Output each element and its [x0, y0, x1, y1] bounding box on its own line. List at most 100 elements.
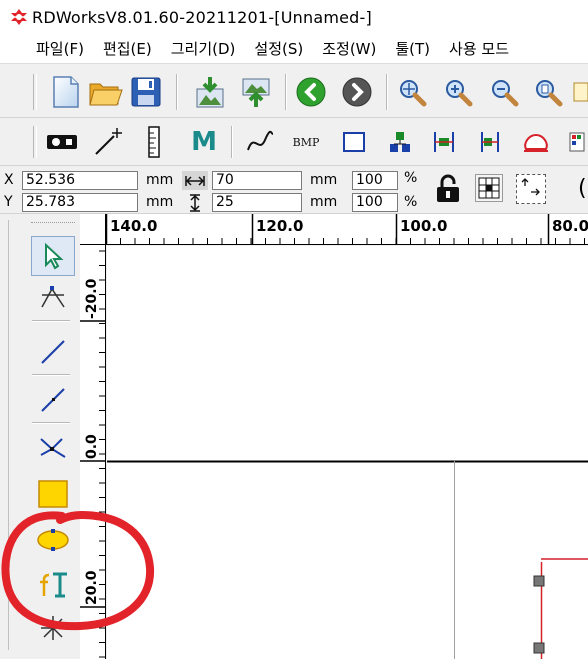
- draw-toolbar: M BMP: [0, 118, 588, 166]
- star-icon: [41, 616, 65, 640]
- line-tool[interactable]: [31, 332, 75, 372]
- ruler-label-80: 80.0: [552, 217, 588, 235]
- open-file-button[interactable]: [86, 72, 126, 112]
- menu-adjust[interactable]: 조정(W): [322, 38, 376, 59]
- shape-button[interactable]: [516, 122, 556, 162]
- m-tool-button[interactable]: M: [184, 122, 224, 162]
- star-tool[interactable]: [31, 608, 75, 648]
- main-toolbar: [0, 64, 588, 118]
- x-unit-label: mm: [146, 172, 174, 188]
- zoom-in-button[interactable]: [438, 72, 478, 112]
- distribute-button[interactable]: [424, 122, 464, 162]
- arrow-left-circle-icon: [296, 77, 326, 107]
- pointer-arrow-icon: [45, 242, 64, 270]
- lock-ratio-button[interactable]: [432, 173, 464, 205]
- node-edit-tool[interactable]: [31, 278, 75, 318]
- text-tool-icon: [40, 572, 67, 598]
- ruler-label-0: 0.0: [84, 434, 100, 459]
- y-position-field[interactable]: 25.783: [22, 193, 138, 212]
- toolbox-grip[interactable]: [31, 222, 75, 226]
- align-button[interactable]: [380, 122, 420, 162]
- drawing-canvas[interactable]: [107, 246, 588, 659]
- property-bar: X Y 52.536 25.783 mm mm 70 25 mm mm 100 …: [0, 166, 588, 214]
- ruler-label-20: 20.0: [84, 570, 100, 605]
- import-button[interactable]: [190, 72, 230, 112]
- grid-icon: [478, 177, 500, 199]
- width-unit-label: mm: [310, 172, 338, 188]
- laser-head-button[interactable]: [42, 122, 82, 162]
- horizontal-ruler-ticks: [106, 214, 585, 244]
- distribute-icon: [434, 132, 454, 152]
- menu-mode[interactable]: 사용 모드: [449, 38, 509, 59]
- select-tool[interactable]: [31, 236, 75, 276]
- title-bar: RDWorksV8.01.60-20211201-[Unnamed-]: [0, 0, 588, 34]
- zoom-pan-button[interactable]: [392, 72, 432, 112]
- ruler-label-minus20: -20.0: [84, 278, 100, 319]
- zoom-page-button[interactable]: [528, 72, 568, 112]
- menu-bar: 파일(F) 편집(E) 그리기(D) 설정(S) 조정(W) 툴(T) 사용 모…: [0, 34, 588, 64]
- ruler-label-140: 140.0: [110, 217, 158, 235]
- menu-draw[interactable]: 그리기(D): [171, 38, 236, 59]
- selection-handle[interactable]: [533, 575, 545, 587]
- width-arrow-icon: [185, 175, 205, 186]
- rectangle-button[interactable]: [334, 122, 374, 162]
- text-tool[interactable]: [31, 564, 75, 604]
- curve-button[interactable]: [240, 122, 280, 162]
- width-icon-box: [182, 171, 208, 190]
- height-field[interactable]: 25: [212, 193, 302, 212]
- menu-edit[interactable]: 편집(E): [103, 38, 152, 59]
- selection-handle[interactable]: [533, 642, 545, 654]
- curve-icon: [247, 130, 274, 151]
- open-folder-icon: [89, 83, 123, 106]
- bmp-button[interactable]: BMP: [286, 122, 326, 162]
- toolbar-separator: [285, 74, 287, 110]
- menu-tools[interactable]: 툴(T): [395, 38, 430, 59]
- ruler-button[interactable]: [134, 122, 174, 162]
- export-button[interactable]: [236, 72, 276, 112]
- rectangle-tool[interactable]: [31, 474, 75, 514]
- line-icon: [41, 340, 65, 364]
- new-file-button[interactable]: [46, 72, 86, 112]
- zoom-in-icon: [446, 80, 473, 107]
- toolbar-grip[interactable]: [33, 126, 37, 158]
- filled-rectangle-icon: [38, 480, 68, 508]
- scale-x-field[interactable]: 100: [352, 171, 398, 190]
- anchor-position-icon: [521, 178, 540, 196]
- palette-button[interactable]: [566, 122, 588, 162]
- left-toolbox: [0, 214, 80, 659]
- rectangle-icon: [343, 132, 365, 152]
- ellipse-tool[interactable]: [31, 520, 75, 560]
- width-field[interactable]: 70: [212, 171, 302, 190]
- bezier-icon: [40, 438, 66, 458]
- bezier-tool[interactable]: [31, 426, 75, 466]
- next-button[interactable]: [337, 72, 377, 112]
- menu-settings[interactable]: 설정(S): [254, 38, 303, 59]
- save-button[interactable]: [126, 72, 166, 112]
- align-left-button[interactable]: [470, 122, 510, 162]
- rdworks-logo-icon: [11, 9, 27, 25]
- x-label: X: [4, 172, 14, 188]
- polyline-icon: [41, 388, 65, 412]
- canvas-drawing: [107, 460, 588, 659]
- zoom-extra-button[interactable]: [572, 72, 588, 112]
- ruler-corner: [80, 214, 106, 245]
- x-position-field[interactable]: 52.536: [22, 171, 138, 190]
- y-unit-label: mm: [146, 194, 174, 210]
- new-file-icon: [53, 76, 79, 108]
- scale-y-field[interactable]: 100: [352, 193, 398, 212]
- zoom-out-button[interactable]: [484, 72, 524, 112]
- paren-glyph: (: [578, 176, 587, 201]
- menu-file[interactable]: 파일(F): [36, 38, 84, 59]
- polyline-tool[interactable]: [31, 380, 75, 420]
- grid-position-button[interactable]: [475, 174, 503, 202]
- tool-separator: [32, 374, 70, 376]
- magic-wand-button[interactable]: [88, 122, 128, 162]
- window-title: RDWorksV8.01.60-20211201-[Unnamed-]: [32, 7, 372, 27]
- toolbar-grip[interactable]: [33, 74, 37, 110]
- zoom-move-icon: [400, 80, 427, 107]
- toolbar-separator: [231, 126, 233, 158]
- align-left-icon: [481, 132, 499, 152]
- ruler-label-100: 100.0: [400, 217, 448, 235]
- previous-button[interactable]: [291, 72, 331, 112]
- anchor-button[interactable]: [516, 174, 546, 204]
